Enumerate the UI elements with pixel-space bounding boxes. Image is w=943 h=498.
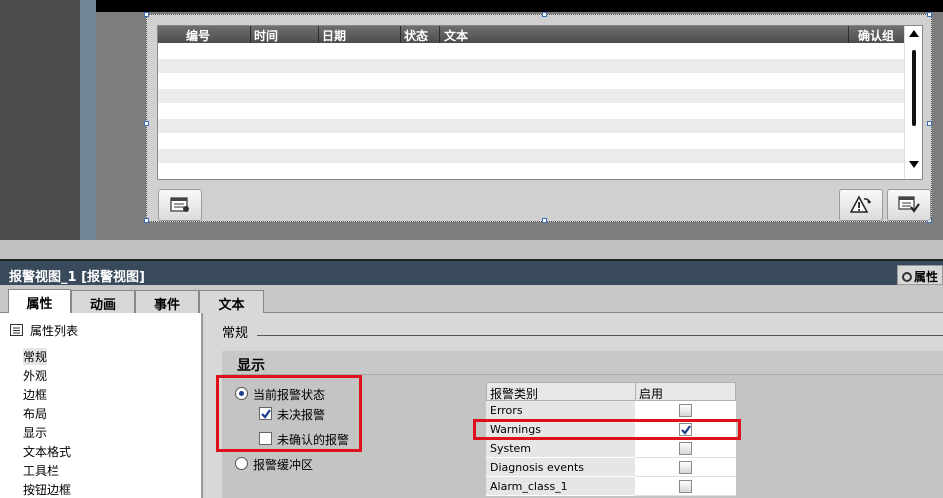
canvas-left-ruler	[80, 0, 96, 240]
alarm-class-name: Alarm_class_1	[486, 477, 635, 496]
alarm-class-name: Diagnosis events	[486, 458, 635, 477]
column-separator[interactable]	[250, 26, 251, 43]
nav-item-text-format[interactable]: 文本格式	[23, 443, 71, 460]
resize-handle[interactable]	[144, 121, 149, 126]
table-row	[158, 149, 906, 163]
editor-canvas: 编号 时间 日期 状态 文本 确认组	[0, 0, 943, 259]
canvas-bottom-bar	[0, 240, 943, 259]
column-header[interactable]: 时间	[254, 27, 278, 44]
property-list-title: 属性列表	[30, 324, 79, 338]
nav-item-button-border[interactable]: 按钮边框	[23, 481, 71, 498]
scroll-down-icon[interactable]	[909, 161, 919, 168]
loop-in-alarm-button[interactable]	[887, 189, 931, 221]
enabled-checkbox[interactable]	[679, 404, 692, 417]
scroll-up-icon[interactable]	[909, 30, 919, 37]
alarm-class-name: Errors	[486, 401, 635, 420]
alarm-class-name: System	[486, 439, 635, 458]
enabled-cell	[635, 401, 736, 420]
enabled-cell	[635, 477, 736, 496]
nav-item-border[interactable]: 边框	[23, 386, 47, 403]
alarm-list-button[interactable]	[158, 189, 202, 221]
table-row	[158, 119, 906, 133]
enabled-cell	[635, 439, 736, 458]
nav-item-general[interactable]: 常规	[23, 348, 48, 365]
column-header[interactable]: 状态	[404, 27, 428, 44]
table-scrollbar[interactable]	[904, 26, 922, 179]
highlight-box	[473, 419, 741, 440]
table-row	[158, 89, 906, 103]
resize-handle[interactable]	[144, 12, 149, 17]
column-separator[interactable]	[439, 26, 440, 43]
nav-item-toolbar[interactable]: 工具栏	[23, 462, 59, 479]
column-header[interactable]: 确认组	[858, 27, 894, 44]
tab-texts[interactable]: 文本	[199, 290, 264, 314]
alarm-table-header: 编号 时间 日期 状态 文本 确认组	[158, 26, 906, 43]
column-header[interactable]: 编号	[186, 27, 210, 44]
section-divider	[257, 335, 943, 336]
resize-handle[interactable]	[927, 121, 932, 126]
properties-side-tab[interactable]: 属性	[897, 265, 943, 285]
alarm-buffer-radio[interactable]	[235, 457, 248, 470]
resize-handle[interactable]	[927, 12, 932, 17]
property-list-header[interactable]: 属性列表	[10, 322, 78, 339]
column-separator[interactable]	[318, 26, 319, 43]
properties-side-tab-label: 属性	[914, 270, 939, 284]
tab-properties[interactable]: 属性	[8, 289, 71, 314]
alarm-list-icon	[170, 197, 189, 212]
tab-events[interactable]: 事件	[135, 290, 199, 314]
property-list-icon	[10, 324, 23, 336]
display-group-title: 显示	[222, 351, 943, 375]
alarm-buffer-label: 报警缓冲区	[253, 458, 314, 472]
alarm-view-widget[interactable]: 编号 时间 日期 状态 文本 确认组	[144, 12, 932, 223]
alarm-class-row: Diagnosis events	[486, 458, 736, 477]
nav-item-appearance[interactable]: 外观	[23, 367, 47, 384]
alarm-class-row: Alarm_class_1	[486, 477, 736, 496]
enabled-column-header[interactable]: 启用	[635, 382, 736, 401]
enabled-cell	[635, 458, 736, 477]
section-title: 常规	[222, 325, 249, 340]
alarm-class-row: Errors	[486, 401, 736, 420]
column-separator[interactable]	[400, 26, 401, 43]
enabled-checkbox[interactable]	[679, 442, 692, 455]
nav-item-display[interactable]: 显示	[23, 424, 47, 441]
column-separator[interactable]	[848, 26, 849, 43]
inspector-title: 报警视图_1 [报警视图]	[9, 270, 145, 285]
scroll-thumb[interactable]	[912, 50, 916, 126]
alarm-table[interactable]: 编号 时间 日期 状态 文本 确认组	[157, 25, 923, 180]
nav-item-layout[interactable]: 布局	[23, 405, 47, 422]
highlight-box	[216, 375, 362, 452]
tab-animations[interactable]: 动画	[71, 290, 135, 314]
alarm-class-table: 报警类别 启用 Errors Warnings System Diagnosis…	[486, 382, 736, 498]
acknowledge-alarm-icon	[850, 195, 871, 213]
table-row	[158, 59, 906, 73]
canvas-left-panel	[0, 0, 80, 259]
loop-in-alarm-icon	[898, 196, 920, 213]
resize-handle[interactable]	[542, 218, 547, 223]
inspector-titlebar: 报警视图_1 [报警视图] 属性	[0, 259, 943, 285]
property-navigation: 属性列表 常规 外观 边框 布局 显示 文本格式 工具栏 按钮边框	[0, 313, 203, 498]
column-header[interactable]: 文本	[444, 27, 468, 44]
resize-handle[interactable]	[144, 218, 149, 223]
alarm-class-row: System	[486, 439, 736, 458]
resize-handle[interactable]	[542, 12, 547, 17]
enabled-checkbox[interactable]	[679, 461, 692, 474]
acknowledge-button[interactable]	[839, 189, 883, 221]
alarm-class-column-header[interactable]: 报警类别	[486, 382, 636, 401]
inspector-tabs: 属性 动画 事件 文本	[0, 285, 943, 314]
column-header[interactable]: 日期	[322, 27, 346, 44]
enabled-checkbox[interactable]	[679, 480, 692, 493]
search-icon	[902, 272, 912, 282]
